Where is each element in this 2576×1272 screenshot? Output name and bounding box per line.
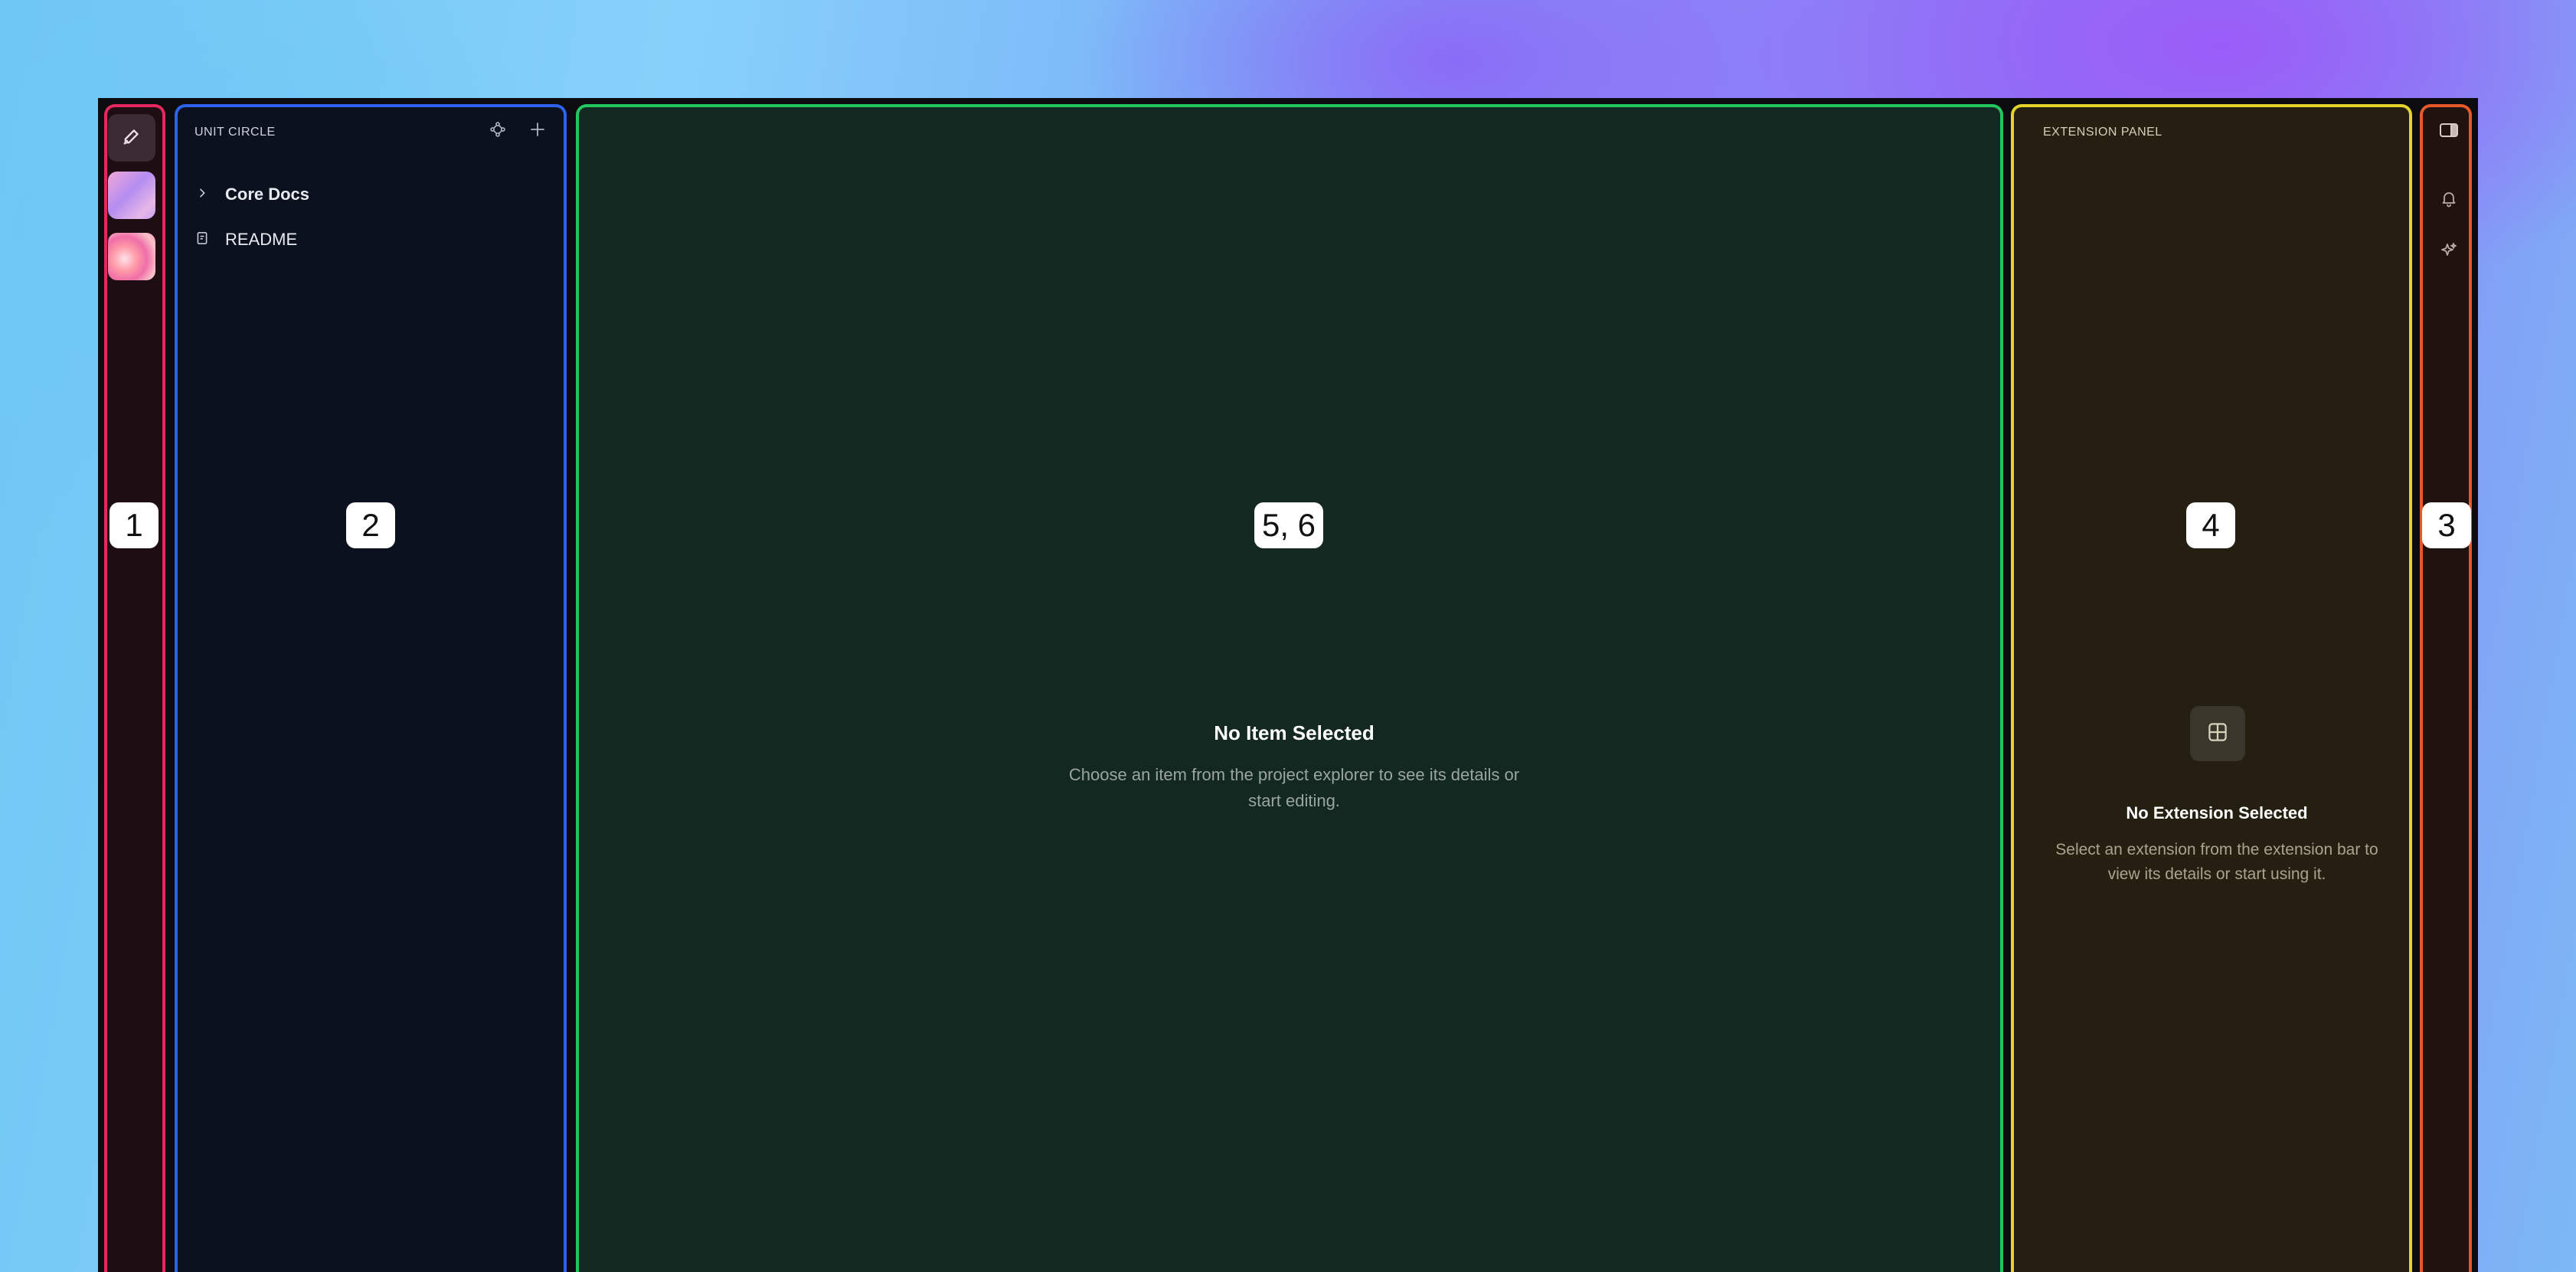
main-content — [576, 104, 2003, 1272]
toggle-panel-button[interactable] — [2435, 118, 2463, 146]
extension-empty-description: Select an extension from the extension b… — [2055, 841, 2378, 883]
plus-icon — [528, 120, 547, 142]
tree-item-core-docs[interactable]: Core Docs — [196, 182, 309, 207]
empty-state-description: Choose an item from the project explorer… — [1068, 765, 1520, 810]
workspace-avatar-flower[interactable] — [108, 233, 155, 280]
edit-button[interactable] — [108, 114, 155, 162]
pen-icon — [121, 126, 142, 150]
panel-toggle-icon — [2439, 122, 2459, 142]
ai-assistant-button[interactable] — [2435, 238, 2463, 266]
tree-item-readme[interactable]: README — [196, 227, 297, 252]
extension-panel — [2011, 104, 2412, 1272]
extension-placeholder — [2190, 706, 2245, 761]
document-icon — [196, 231, 208, 248]
region-badge-main: 5, 6 — [1254, 502, 1323, 548]
tree-item-label: Core Docs — [225, 185, 310, 204]
extension-empty-title: No Extension Selected — [2126, 803, 2308, 822]
extension-panel-title: EXTENSION PANEL — [2043, 126, 2162, 139]
project-explorer — [175, 104, 567, 1272]
region-badge-activity-bar: 1 — [110, 502, 159, 548]
grid-icon — [2206, 721, 2229, 747]
workspace-avatar-gradient[interactable] — [108, 172, 155, 219]
graph-icon — [489, 121, 506, 141]
tree-item-label: README — [225, 230, 298, 249]
extension-bar — [2420, 104, 2472, 1272]
region-badge-extension-panel: 4 — [2186, 502, 2235, 548]
add-item-button[interactable] — [527, 120, 548, 142]
region-badge-extension-bar: 3 — [2422, 502, 2471, 548]
sparkles-icon — [2440, 241, 2458, 263]
bell-icon — [2440, 189, 2458, 211]
notifications-button[interactable] — [2435, 186, 2463, 214]
graph-view-button[interactable] — [487, 120, 508, 142]
chevron-right-icon — [196, 187, 208, 202]
region-badge-explorer: 2 — [346, 502, 395, 548]
empty-state-title: No Item Selected — [1214, 721, 1375, 744]
explorer-title: UNIT CIRCLE — [195, 126, 276, 139]
